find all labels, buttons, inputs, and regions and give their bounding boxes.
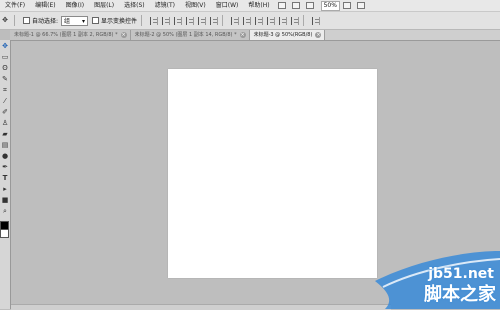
type-tool-icon[interactable]: T [1,175,9,182]
quick-select-icon[interactable]: ✎ [1,76,9,83]
shape-tool-icon[interactable]: ■ [1,197,9,204]
pen-tool-icon[interactable]: ✒ [1,164,9,171]
align-bottom-icon[interactable] [174,16,183,25]
auto-select-label: 自动选择: [32,18,59,25]
stamp-tool-icon[interactable]: ♙ [1,120,9,127]
screen-mode-icon[interactable] [356,2,365,9]
minibridge-icon[interactable] [291,2,300,9]
distribute-vcenter-icon[interactable] [243,16,252,25]
tools-panel: ✥ ▭ ʘ ✎ ⌗ ⁄ ✐ ♙ ▰ ▤ ● ✒ T ▸ ■ ⌕ [0,40,11,309]
document-tabs: 未标题-1 @ 66.7% (图层 1 副本 2, RGB/8) * × 未标题… [10,30,500,41]
arrange-documents-icon[interactable] [342,2,351,9]
auto-align-icon[interactable] [312,16,321,25]
tab-label: 未标题-1 @ 66.7% (图层 1 副本 2, RGB/8) * [14,32,118,38]
brush-tool-icon[interactable]: ✐ [1,109,9,116]
tab-document-3[interactable]: 未标题-3 @ 50%(RGB/8) × [249,30,326,40]
auto-select-dropdown[interactable]: 组 ▾ [61,15,89,26]
divider [141,15,143,26]
menu-filter[interactable]: 滤镜(T) [150,0,180,11]
zoom-tool-icon[interactable]: ⌕ [1,208,9,215]
eraser-tool-icon[interactable]: ▰ [1,131,9,138]
align-top-icon[interactable] [150,16,159,25]
align-hcenter-icon[interactable] [198,16,207,25]
tab-label: 未标题-3 @ 50%(RGB/8) [253,32,313,38]
menu-help[interactable]: 帮助(H) [243,0,274,11]
menu-edit[interactable]: 编辑(E) [30,0,60,11]
status-bar [11,304,391,310]
tab-document-1[interactable]: 未标题-1 @ 66.7% (图层 1 副本 2, RGB/8) * × [10,30,131,40]
show-transform-label: 显示变换控件 [101,18,138,25]
crop-tool-icon[interactable]: ⌗ [1,87,9,94]
menu-file[interactable]: 文件(F) [0,0,30,11]
move-tool-icon[interactable]: ✥ [1,43,9,50]
eyedropper-icon[interactable]: ⁄ [1,98,9,105]
move-tool-preset-icon[interactable]: ✥ [0,17,10,24]
menu-bar: 文件(F) 编辑(E) 图像(I) 图层(L) 选择(S) 滤镜(T) 视图(V… [0,0,500,12]
document-canvas[interactable] [168,69,377,278]
zoom-level[interactable]: 50% [320,0,340,11]
show-transform-checkbox[interactable] [92,17,100,24]
view-extras-icon[interactable] [305,2,314,9]
auto-select-value: 组 [64,17,71,25]
chevron-down-icon: ▾ [82,17,86,25]
distribute-hcenter-icon[interactable] [279,16,288,25]
distribute-bottom-icon[interactable] [255,16,264,25]
tab-label: 未标题-2 @ 50% (图层 1 副本 14, RGB/8) * [134,32,237,38]
lasso-tool-icon[interactable]: ʘ [1,65,9,72]
menu-view[interactable]: 视图(V) [180,0,211,11]
divider [14,15,15,26]
menu-select[interactable]: 选择(S) [119,0,150,11]
auto-select-checkbox[interactable] [23,17,30,24]
menu-image[interactable]: 图像(I) [61,0,89,11]
burn-tool-icon[interactable]: ● [1,153,9,160]
close-icon[interactable]: × [315,32,322,38]
align-left-icon[interactable] [186,16,195,25]
marquee-tool-icon[interactable]: ▭ [1,54,9,61]
divider [303,15,305,26]
align-right-icon[interactable] [210,16,219,25]
background-color-swatch[interactable] [0,229,9,238]
bridge-icon[interactable] [277,2,286,9]
path-select-icon[interactable]: ▸ [1,186,9,193]
options-bar: ✥ 自动选择: 组 ▾ 显示变换控件 [0,12,500,30]
close-icon[interactable]: × [239,32,246,38]
menu-layer[interactable]: 图层(L) [89,0,119,11]
distribute-top-icon[interactable] [231,16,240,25]
divider [222,15,224,26]
watermark-text: 脚本之家 [424,284,496,305]
gradient-tool-icon[interactable]: ▤ [1,142,9,149]
align-vcenter-icon[interactable] [162,16,171,25]
menu-window[interactable]: 窗口(W) [211,0,244,11]
distribute-right-icon[interactable] [291,16,300,25]
tab-document-2[interactable]: 未标题-2 @ 50% (图层 1 副本 14, RGB/8) * × [130,30,250,40]
close-icon[interactable]: × [120,32,127,38]
distribute-left-icon[interactable] [267,16,276,25]
